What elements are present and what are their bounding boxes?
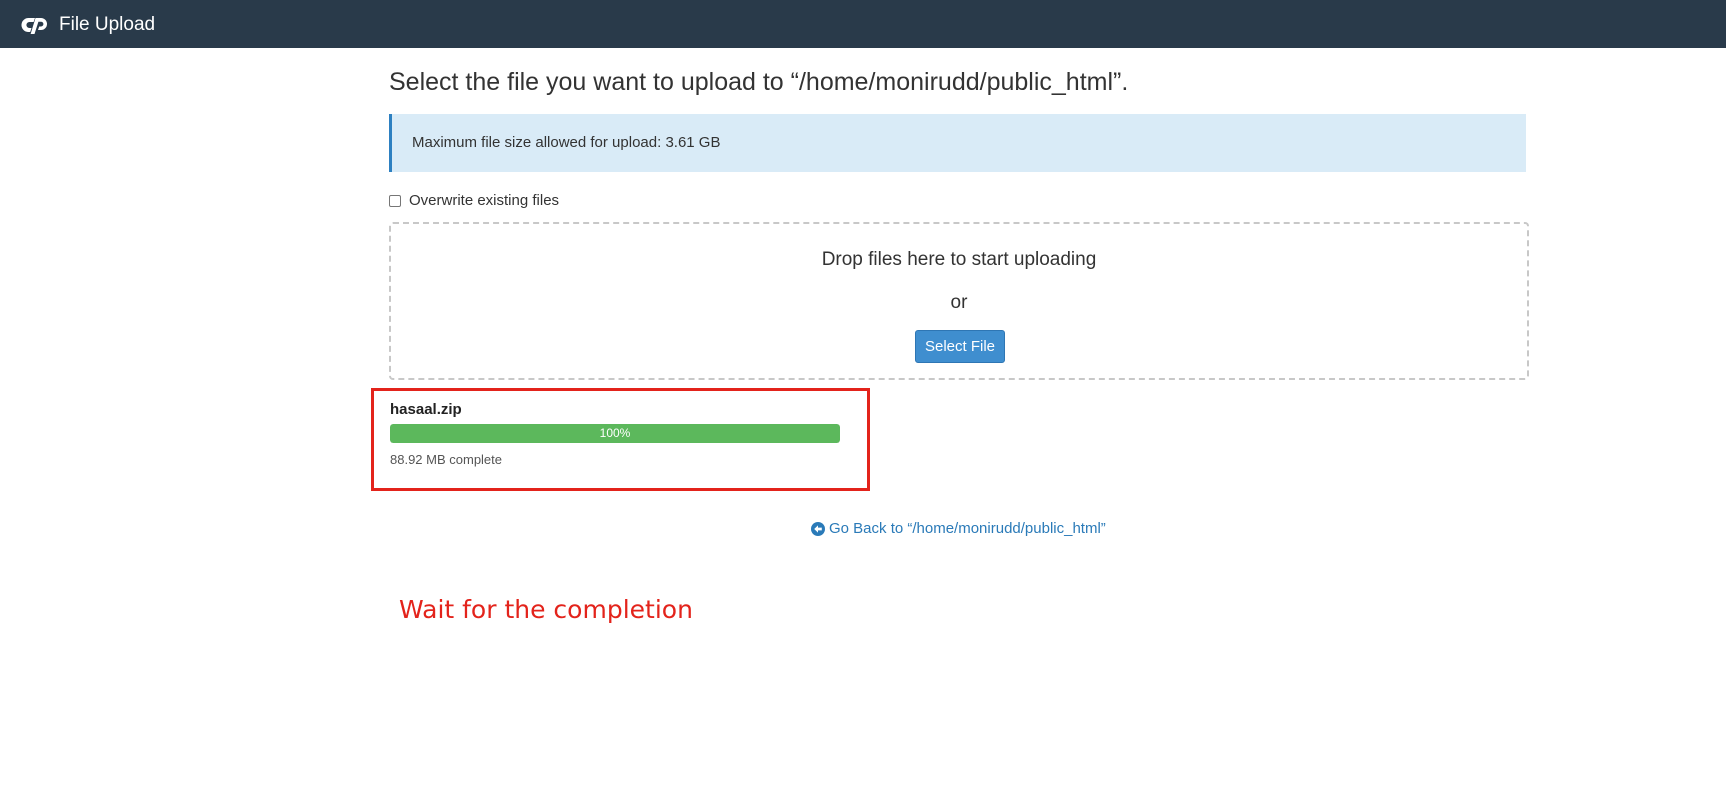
go-back-label[interactable]: Go Back to “/home/monirudd/public_html” [829, 520, 1106, 538]
max-size-alert: Maximum file size allowed for upload: 3.… [389, 114, 1526, 172]
overwrite-option[interactable]: Overwrite existing files [389, 192, 559, 210]
upload-status-text: 88.92 MB complete [390, 452, 503, 467]
upload-progress-item: hasaal.zip 100% 88.92 MB complete [371, 388, 870, 491]
max-size-text: Maximum file size allowed for upload: 3.… [412, 134, 721, 151]
dropzone-or-text: or [950, 292, 968, 313]
dropzone-text: Drop files here to start uploading [821, 249, 1097, 270]
select-file-button[interactable]: Select File [915, 330, 1005, 363]
file-dropzone[interactable]: Drop files here to start uploading or Se… [389, 222, 1529, 380]
completion-annotation: Wait for the completion [399, 595, 693, 624]
uploaded-file-name: hasaal.zip [390, 401, 462, 418]
arrow-circle-left-icon [811, 522, 825, 536]
page-title: Select the file you want to upload to “/… [389, 68, 1129, 96]
go-back-link[interactable]: Go Back to “/home/monirudd/public_html” [811, 520, 1106, 538]
upload-progress-label: 100% [599, 426, 631, 440]
top-bar: File Upload [0, 0, 1726, 48]
cpanel-logo-icon[interactable] [19, 14, 51, 36]
upload-progress-bar: 100% [390, 424, 840, 443]
overwrite-checkbox[interactable] [389, 195, 401, 207]
overwrite-label[interactable]: Overwrite existing files [409, 192, 559, 210]
app-title: File Upload [59, 14, 156, 35]
